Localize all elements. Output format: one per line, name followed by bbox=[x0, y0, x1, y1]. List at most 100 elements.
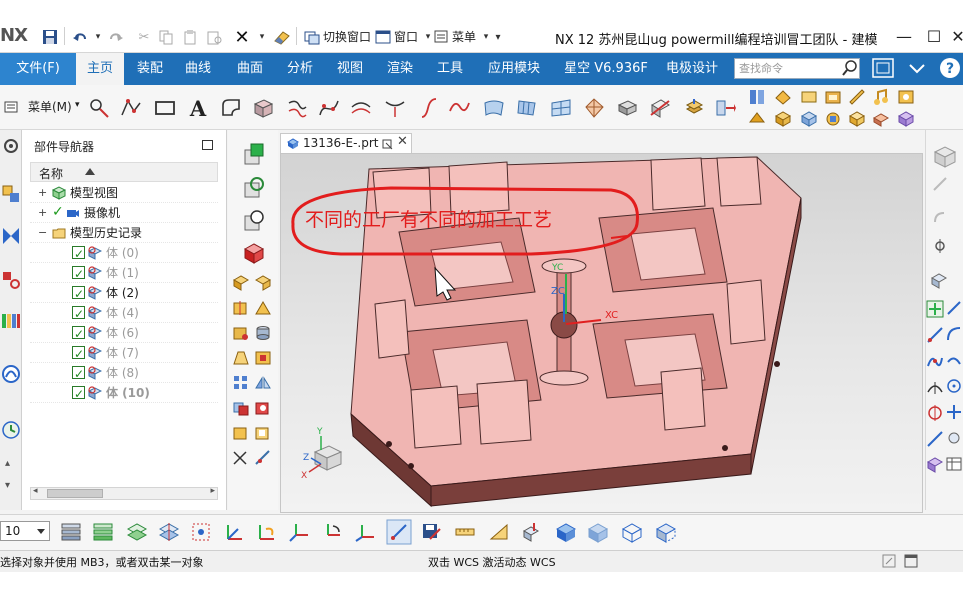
sort-ascending-icon[interactable] bbox=[85, 168, 95, 175]
wcs-active-icon[interactable] bbox=[386, 519, 412, 545]
wcs-origin-icon[interactable] bbox=[224, 521, 246, 543]
music-icon[interactable] bbox=[872, 88, 890, 106]
axis-icon[interactable] bbox=[232, 449, 250, 467]
rotate-view-icon[interactable] bbox=[932, 210, 948, 226]
stock-icon[interactable] bbox=[824, 88, 842, 106]
pin-icon[interactable] bbox=[381, 138, 393, 150]
search-icon[interactable] bbox=[842, 59, 858, 78]
eraser-icon[interactable] bbox=[272, 27, 292, 47]
help-icon[interactable]: ? bbox=[938, 57, 962, 81]
delete-dropdown-icon[interactable]: ▾ bbox=[252, 27, 272, 47]
shaded-view-icon[interactable] bbox=[930, 272, 948, 290]
subtract-icon[interactable] bbox=[254, 399, 272, 417]
layer-block-icon[interactable] bbox=[872, 110, 890, 128]
chevron-down-icon[interactable] bbox=[37, 529, 45, 534]
table-icon[interactable] bbox=[946, 456, 962, 472]
tree-node-body[interactable]: 体 (6) bbox=[30, 323, 218, 344]
navigator-horizontal-scrollbar[interactable]: ◂ ▸ bbox=[30, 486, 218, 500]
undo-list-icon[interactable]: ▾ bbox=[88, 27, 108, 47]
layer-icon[interactable] bbox=[232, 274, 250, 292]
tab-curve[interactable]: 曲线 bbox=[176, 53, 220, 85]
tab-view[interactable]: 视图 bbox=[328, 53, 372, 85]
visible-layers-icon[interactable] bbox=[92, 521, 114, 543]
mirror-icon[interactable] bbox=[254, 374, 272, 392]
spark-icon[interactable] bbox=[800, 88, 818, 106]
roles-icon[interactable] bbox=[1, 310, 21, 330]
sketch-profile-icon[interactable] bbox=[220, 97, 242, 119]
save-icon[interactable] bbox=[40, 27, 60, 47]
menu-dropdown-icon[interactable]: ▾ bbox=[75, 100, 80, 110]
shaded-icon[interactable] bbox=[586, 521, 610, 543]
book-icon[interactable] bbox=[748, 88, 766, 106]
measure-distance-icon[interactable] bbox=[454, 521, 476, 543]
reuse-library-icon[interactable] bbox=[1, 270, 21, 290]
studio-surface-icon[interactable] bbox=[583, 97, 605, 119]
trim-body-icon[interactable] bbox=[649, 97, 671, 119]
delete-icon[interactable]: ✕ bbox=[232, 27, 252, 48]
tab-xingkong[interactable]: 星空 V6.936F bbox=[556, 53, 656, 85]
wcs-set-origin-icon[interactable] bbox=[288, 521, 310, 543]
tree-node-body[interactable]: 体 (0) bbox=[30, 243, 218, 264]
window-menu-button[interactable]: 窗口 bbox=[394, 28, 418, 45]
visibility-checkbox[interactable] bbox=[72, 384, 85, 404]
tab-application[interactable]: 应用模块 bbox=[478, 53, 550, 85]
purple-block-icon[interactable] bbox=[897, 110, 915, 128]
text-icon[interactable]: A bbox=[187, 97, 209, 119]
pattern-icon[interactable] bbox=[232, 374, 250, 392]
status-resize-icon[interactable] bbox=[882, 554, 896, 568]
rectangle-icon[interactable] bbox=[154, 97, 176, 119]
polyline-icon[interactable] bbox=[120, 97, 142, 119]
menu-gear-icon[interactable] bbox=[4, 99, 20, 115]
snap-point-icon[interactable] bbox=[932, 238, 948, 254]
draft-icon[interactable] bbox=[232, 349, 250, 367]
scroll-right-icon[interactable]: ▸ bbox=[210, 486, 215, 496]
wedge-icon[interactable] bbox=[254, 299, 272, 317]
tree-node-body[interactable]: 体 (8) bbox=[30, 363, 218, 384]
scroll-up-icon[interactable]: ▴ bbox=[5, 458, 10, 469]
redo-icon[interactable] bbox=[106, 27, 126, 47]
internet-explorer-icon[interactable] bbox=[1, 364, 21, 384]
intersect-icon[interactable] bbox=[232, 424, 250, 442]
assembly-navigator-icon[interactable] bbox=[1, 184, 21, 204]
measure-icon[interactable] bbox=[254, 449, 272, 467]
copy-to-layer-icon[interactable] bbox=[158, 521, 180, 543]
electrode-icon[interactable] bbox=[774, 88, 792, 106]
red-box-icon[interactable] bbox=[242, 241, 266, 265]
static-wireframe-icon[interactable] bbox=[654, 521, 678, 543]
orient-icon[interactable] bbox=[232, 299, 250, 317]
scroll-left-icon[interactable]: ◂ bbox=[33, 486, 38, 496]
tab-analysis[interactable]: 分析 bbox=[278, 53, 322, 85]
close-icon[interactable]: ✕ bbox=[946, 25, 963, 49]
tree-node-body[interactable]: 体 (7) bbox=[30, 343, 218, 364]
tree-node-body[interactable]: 体 (2) bbox=[30, 283, 218, 304]
grid-snap-icon[interactable] bbox=[946, 404, 962, 420]
status-window-icon[interactable] bbox=[904, 554, 918, 568]
tab-surface[interactable]: 曲面 bbox=[226, 53, 274, 85]
collapse-icon[interactable]: − bbox=[38, 223, 48, 243]
project-curve-icon[interactable] bbox=[384, 97, 406, 119]
wireframe-icon[interactable] bbox=[620, 521, 644, 543]
switch-window-icon[interactable] bbox=[302, 27, 322, 47]
visibility-checkbox[interactable] bbox=[72, 344, 85, 364]
maximize-icon[interactable]: ☐ bbox=[922, 25, 946, 49]
visibility-checkbox[interactable] bbox=[72, 264, 85, 284]
hole-icon[interactable] bbox=[897, 88, 915, 106]
thicken-icon[interactable] bbox=[616, 97, 638, 119]
tab-assembly[interactable]: 装配 bbox=[128, 53, 172, 85]
title-menu-button[interactable]: 菜单 bbox=[452, 28, 476, 45]
move-face-icon[interactable] bbox=[714, 97, 736, 119]
point-icon[interactable] bbox=[88, 97, 110, 119]
arc-snap-icon[interactable] bbox=[946, 326, 962, 342]
mesh-surface-icon[interactable] bbox=[550, 97, 572, 119]
selection-filter-icon[interactable] bbox=[926, 300, 944, 318]
tab-electrode[interactable]: 电极设计 bbox=[660, 53, 724, 85]
copy-icon[interactable] bbox=[156, 27, 176, 47]
tree-node-camera[interactable]: + ✓ 摄像机 bbox=[30, 203, 218, 223]
surface-icon[interactable] bbox=[483, 97, 505, 119]
layer-settings-icon[interactable] bbox=[60, 521, 82, 543]
minimize-icon[interactable]: — bbox=[892, 25, 916, 49]
add-component-icon[interactable] bbox=[242, 142, 266, 166]
sweep-icon[interactable] bbox=[286, 97, 308, 119]
customize-dropdown-icon[interactable]: ▾ bbox=[488, 27, 508, 47]
edit-object-icon[interactable] bbox=[520, 521, 542, 543]
